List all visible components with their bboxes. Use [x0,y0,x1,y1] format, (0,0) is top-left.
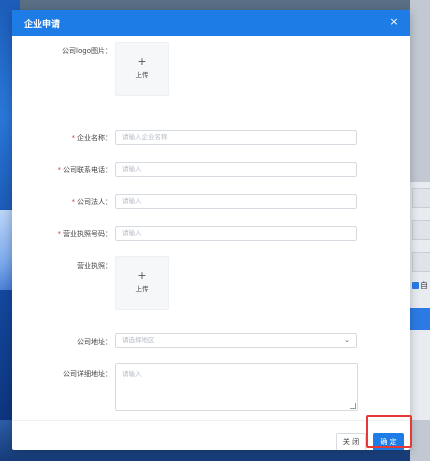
background-field [412,252,430,272]
address-label: 公司地址： [77,338,112,346]
required-mark: * [57,166,62,174]
background-field [412,220,430,240]
dialog-body: 公司logo图片： + 上传 * 企业名称： 请输入企业名称 * 公司联系电话： 请… [12,36,410,420]
dialog-footer: 关 闭 确 定 [12,420,410,450]
upload-label: 上传 [135,71,149,79]
license-upload-button[interactable]: + 上传 [115,256,169,310]
required-mark: * [71,134,76,142]
company-name-label: * 企业名称： [71,134,113,142]
license-label: 营业执照： [77,262,112,270]
detail-address-label: 公司详细地址： [63,370,112,378]
plus-icon: + [137,55,147,68]
confirm-highlight-box [366,415,412,448]
detail-address-textarea[interactable]: 请输入 [115,363,358,411]
upload-label: 上传 [135,285,149,293]
background-right-panel: 自 [410,0,430,461]
company-name-input[interactable]: 请输入企业名称 [115,130,357,145]
dialog-title: 企业申请 [24,20,61,30]
logo-label: 公司logo图片： [62,47,112,55]
resize-handle-icon[interactable] [350,403,356,409]
required-mark: * [57,230,62,238]
enterprise-application-dialog: 企业申请 × 公司logo图片： + 上传 * 企业名称： 请输入企业名称 * 公司… [12,10,410,450]
phone-label: * 公司联系电话： [57,166,113,174]
background-login-card [410,182,430,420]
license-number-label: * 营业执照号码： [57,230,113,238]
checkbox-icon [412,282,419,289]
logo-upload-button[interactable]: + 上传 [115,42,169,96]
phone-input[interactable]: 请输入 [115,162,357,177]
dialog-header: 企业申请 × [12,10,410,36]
background-button [410,308,430,330]
chevron-down-icon: ⌄ [344,336,350,344]
address-select[interactable]: 请选择地区 ⌄ [115,333,357,348]
address-select-placeholder: 请选择地区 [122,336,155,344]
legal-person-input[interactable]: 请输入 [115,194,357,209]
required-mark: * [71,198,76,206]
detail-address-placeholder: 请输入 [122,370,142,378]
plus-icon: + [137,269,147,282]
license-number-input[interactable]: 请输入 [115,226,357,241]
legal-person-label: * 公司法人： [71,198,113,206]
close-icon[interactable]: × [387,15,401,29]
background-checkbox: 自 [412,280,428,291]
background-field [412,188,430,208]
close-button[interactable]: 关 闭 [336,433,366,450]
